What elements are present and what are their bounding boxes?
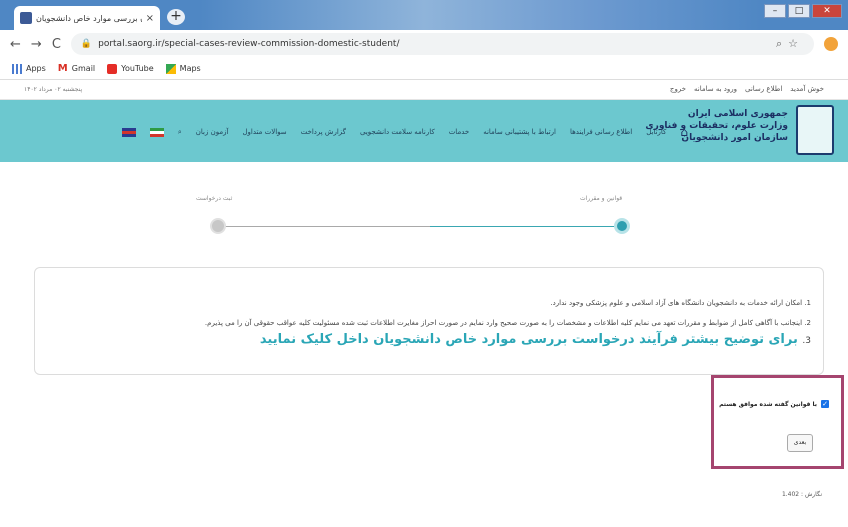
agree-checkbox[interactable]: ✓: [821, 400, 829, 408]
bookmark-youtube[interactable]: YouTube: [107, 63, 154, 74]
step-label-request: ثبت درخواست: [196, 195, 233, 202]
bookmark-label: YouTube: [121, 64, 154, 73]
menu-item-services[interactable]: خدمات: [449, 128, 469, 136]
top-link[interactable]: خروج: [670, 85, 686, 93]
apps-grid-icon: [12, 63, 22, 74]
main-menu: ⌂ کارتابل اطلاع رسانی فرایندها ارتباط با…: [121, 125, 688, 139]
organization-logo-icon[interactable]: [796, 105, 834, 155]
tab-title: کمیسیون بررسی موارد خاص دانشجویان: [36, 13, 142, 23]
agreement-row: ✓ با قوانین گفته شده موافق هستم: [719, 400, 829, 408]
agreement-highlight-box: ✓ با قوانین گفته شده موافق هستم بعدی: [711, 375, 844, 469]
bookmark-label: Apps: [26, 64, 46, 73]
home-icon[interactable]: ⌂: [680, 125, 688, 139]
menu-item-faq[interactable]: سوالات متداول: [242, 128, 286, 136]
browser-tab[interactable]: کمیسیون بررسی موارد خاص دانشجویان ×: [14, 6, 160, 30]
back-arrow-icon[interactable]: ←: [10, 37, 21, 52]
rule-line-link: 3. برای توضیح بیشتر فرآیند درخواست بررسی…: [260, 332, 811, 347]
stepper-track-pending: [218, 226, 430, 227]
browser-titlebar: کمیسیون بررسی موارد خاص دانشجویان × + – …: [0, 0, 848, 30]
site-header: جمهوری اسلامی ایران وزارت علوم، تحقیقات …: [0, 100, 848, 162]
version-text: نگارش : 1.402: [781, 491, 822, 498]
step-dot-active: [614, 218, 630, 234]
date-text: پنجشنبه ۰۲ مرداد ۱۴۰۲: [24, 86, 83, 93]
bookmark-label: Gmail: [71, 64, 96, 73]
uk-flag-icon[interactable]: [121, 127, 136, 137]
menu-item-payment-report[interactable]: گزارش پرداخت: [301, 128, 346, 136]
omnibox-actions: ⌕☆: [776, 37, 804, 51]
search-icon[interactable]: ⌕: [178, 128, 182, 137]
rules-box: 1. امکان ارائه خدمات به دانشجویان دانشگا…: [34, 267, 824, 375]
bookmarks-bar: Apps M Gmail YouTube Maps: [0, 58, 848, 80]
site-top-strip: پنجشنبه ۰۲ مرداد ۱۴۰۲ خوش آمدید اطلاع رس…: [0, 80, 848, 100]
rule-line: 2. اینجانب با آگاهی کامل از ضوابط و مقرر…: [204, 319, 811, 327]
rule-line: 1. امکان ارائه خدمات به دانشجویان دانشگا…: [550, 299, 811, 307]
top-link[interactable]: خوش آمدید: [790, 85, 824, 93]
titlebar-background: [200, 0, 760, 30]
browser-toolbar: ← → C 🔒 portal.saorg.ir/special-cases-re…: [0, 30, 848, 58]
stepper-track-active: [430, 226, 622, 227]
gmail-icon: M: [57, 62, 68, 74]
tab-close-icon[interactable]: ×: [146, 13, 154, 24]
menu-item-notices[interactable]: اطلاع رسانی فرایندها: [570, 128, 632, 136]
minimize-icon[interactable]: –: [764, 4, 786, 18]
top-link[interactable]: ورود به سامانه: [694, 85, 737, 93]
agree-checkbox-label: با قوانین گفته شده موافق هستم: [719, 400, 817, 408]
zoom-icon[interactable]: ⌕: [776, 37, 788, 50]
logo-line: جمهوری اسلامی ایران: [687, 109, 788, 119]
address-bar[interactable]: 🔒 portal.saorg.ir/special-cases-review-c…: [70, 33, 814, 55]
maximize-icon[interactable]: □: [788, 4, 810, 18]
bookmark-label: Maps: [179, 64, 201, 73]
window-controls: – □ ✕: [764, 4, 842, 18]
new-tab-button[interactable]: +: [167, 9, 185, 25]
more-info-link[interactable]: برای توضیح بیشتر فرآیند درخواست بررسی مو…: [260, 332, 798, 347]
top-link[interactable]: اطلاع رسانی: [745, 85, 782, 93]
menu-item-dashboard[interactable]: کارتابل: [646, 128, 666, 136]
site-favicon-icon: [20, 12, 32, 24]
menu-item-health-record[interactable]: کارنامه سلامت دانشجویی: [360, 128, 435, 136]
url-text: portal.saorg.ir/special-cases-review-com…: [98, 39, 400, 49]
bookmark-apps[interactable]: Apps: [12, 63, 46, 74]
bookmark-star-icon[interactable]: ☆: [788, 37, 804, 50]
step-label-rules: قوانین و مقررات: [580, 195, 623, 202]
bookmark-gmail[interactable]: M Gmail: [57, 62, 96, 74]
iran-flag-icon[interactable]: [149, 127, 164, 137]
menu-item-support[interactable]: ارتباط با پشتیبانی سامانه: [483, 128, 556, 136]
youtube-icon: [107, 63, 118, 74]
bookmark-maps[interactable]: Maps: [165, 63, 201, 74]
menu-item-language-test[interactable]: آزمون زبان: [196, 128, 229, 136]
top-links: خوش آمدید اطلاع رسانی ورود به سامانه خرو…: [670, 85, 824, 93]
reload-icon[interactable]: C: [52, 37, 61, 52]
maps-icon: [165, 63, 176, 74]
profile-avatar-icon[interactable]: [824, 37, 838, 51]
next-button[interactable]: بعدی: [787, 434, 813, 452]
close-window-icon[interactable]: ✕: [812, 4, 842, 18]
lock-icon: 🔒: [80, 39, 93, 49]
forward-arrow-icon[interactable]: →: [31, 37, 42, 52]
step-dot-pending: [210, 218, 226, 234]
rule-number: 3.: [802, 336, 811, 346]
